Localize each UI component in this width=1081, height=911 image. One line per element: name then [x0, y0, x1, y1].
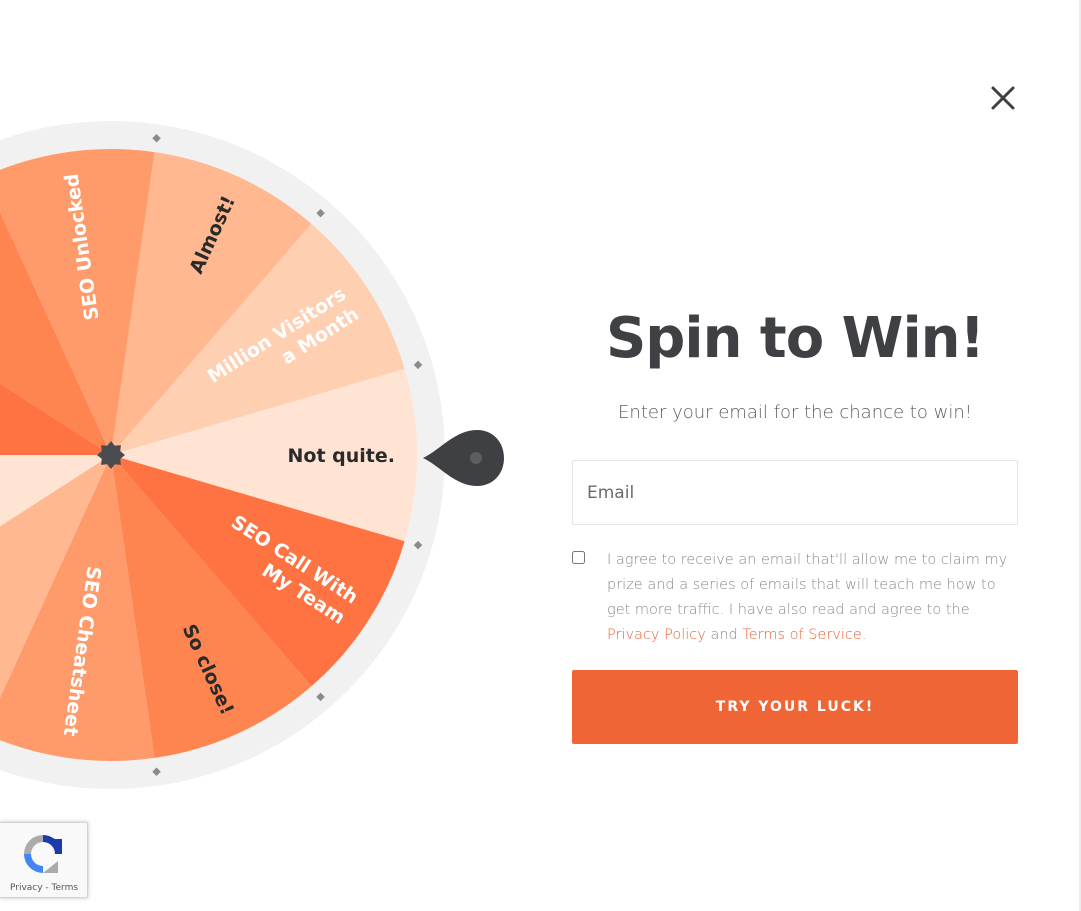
wheel-hub-icon	[97, 441, 125, 469]
popup-title: Spin to Win!	[605, 306, 985, 371]
try-your-luck-button[interactable]: TRY YOUR LUCK!	[572, 670, 1018, 744]
close-button[interactable]	[987, 82, 1019, 114]
recaptcha-logo-icon	[24, 835, 62, 873]
svg-text:Not quite.: Not quite.	[288, 445, 395, 467]
privacy-policy-link[interactable]: Privacy Policy	[607, 627, 706, 643]
email-input[interactable]	[572, 460, 1018, 525]
consent-body: I agree to receive an email that'll allo…	[607, 552, 1008, 618]
consent-text: I agree to receive an email that'll allo…	[607, 548, 1017, 648]
recaptcha-links[interactable]: Privacy - Terms	[0, 883, 88, 893]
popup-subtitle: Enter your email for the chance to win!	[618, 402, 972, 423]
consent-and: and	[710, 627, 738, 643]
close-icon	[991, 86, 1015, 110]
consent-period: .	[861, 627, 867, 643]
agree-checkbox[interactable]	[572, 551, 585, 564]
prize-wheel[interactable]: Not quite.Million Visitorsa MonthAlmost!…	[0, 0, 560, 911]
recaptcha-badge[interactable]: Privacy - Terms	[0, 822, 88, 898]
terms-of-service-link[interactable]: Terms of Service	[742, 627, 861, 643]
wheel-segment-label: Not quite.	[288, 445, 395, 467]
